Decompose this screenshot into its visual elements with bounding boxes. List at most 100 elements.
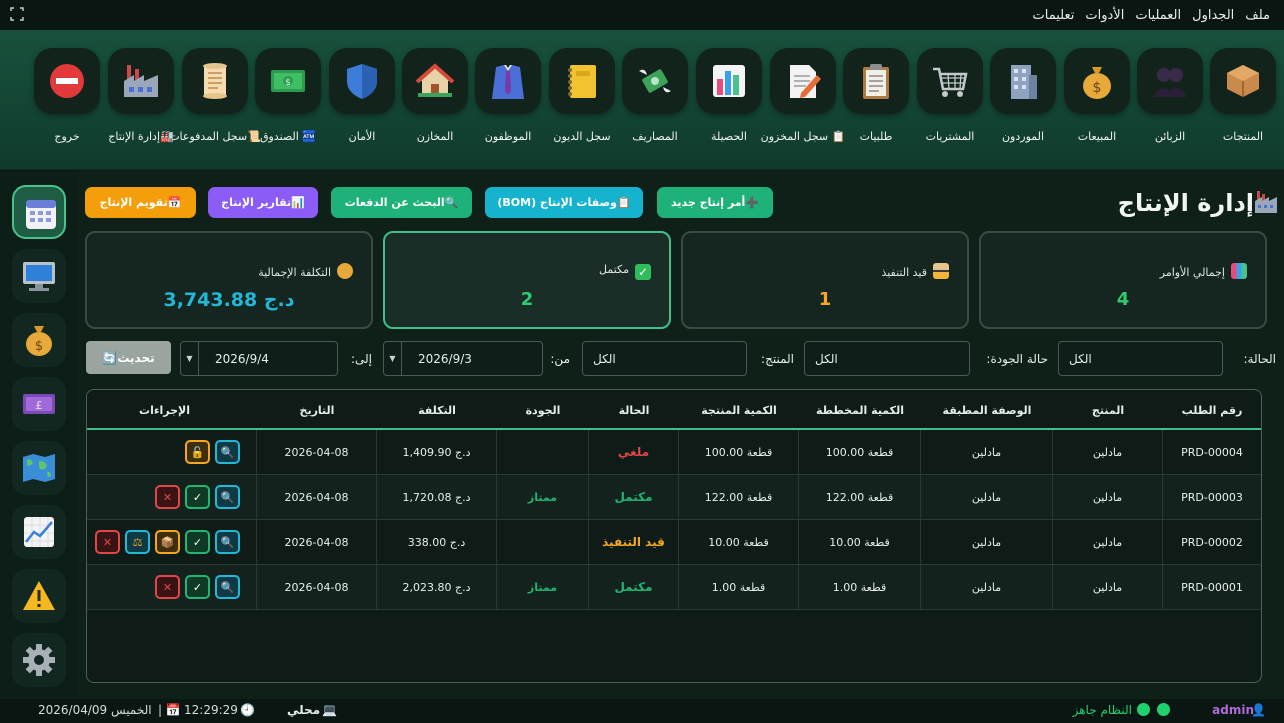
menu-tools[interactable]: الأدوات [1085,8,1124,23]
toolbar-debts[interactable]: سجل الديون [549,48,615,158]
toolbar-suppliers[interactable]: الموردون [990,48,1056,158]
from-date-input[interactable]: ▼ 2026/9/3 [383,341,543,376]
stat-total-orders: إجمالي الأوامر 4 [979,231,1267,329]
toolbar-employees[interactable]: الموظفون [475,48,541,158]
main-panel: إدارة الإنتاج ➕أمر إنتاج جديد 📋وصفات الإ… [78,171,1284,699]
column-header[interactable]: الكمية المنتجة [679,390,799,430]
chevron-down-icon[interactable]: ▼ [384,342,402,375]
scroll-icon [203,63,227,99]
column-header[interactable]: المنتج [1053,390,1163,430]
status-badge: مكتمل [589,475,679,519]
sidebar-settings[interactable] [12,633,66,687]
column-header[interactable]: الوصفة المطبقة [921,390,1053,430]
svg-text:$: $ [35,339,43,354]
toolbar-exit[interactable]: خروج [34,48,100,158]
toolbar-orders[interactable]: طلبيات [843,48,909,158]
table-row[interactable]: PRD-00003 مادلين مادلين 122.00 قطعة 122.… [87,475,1261,520]
status-filter-select[interactable]: الكل [1058,341,1223,376]
bom-recipes-button[interactable]: 📋وصفات الإنتاج (BOM) [485,187,643,218]
approve-button[interactable]: ✓ [185,530,210,554]
menu-operations[interactable]: العمليات [1135,8,1181,23]
toolbar-payments-log[interactable]: 📜سجل المدفوعات [169,48,261,158]
sidebar-currency[interactable]: £ [12,377,66,431]
toolbar-production[interactable]: 🏭إدارة الإنتاج [108,48,174,158]
sidebar-chart[interactable] [12,505,66,559]
monitor-icon [23,262,55,291]
delete-button[interactable]: ✕ [95,530,120,554]
batch-search-button[interactable]: 🔍البحث عن الدفعات [331,187,472,218]
stat-completed: ✓مكتمل 2 [383,231,671,329]
refresh-button[interactable]: 🔄تحديث [86,341,171,374]
approve-button[interactable]: ✓ [185,575,210,599]
sidebar-sales[interactable]: $ [12,313,66,367]
table-row[interactable]: PRD-00004 مادلين مادلين 100.00 قطعة 100.… [87,430,1261,475]
new-production-order-button[interactable]: ➕أمر إنتاج جديد [657,187,773,218]
stat-value: 2 [520,289,534,310]
stat-value: 4 [1116,289,1130,310]
to-date-input[interactable]: ▼ 2026/9/4 [180,341,338,376]
money-wings-icon [639,69,671,93]
delete-button[interactable]: ✕ [155,485,180,509]
production-reports-button[interactable]: 📊تقارير الإنتاج [208,187,318,218]
toolbar-customers[interactable]: الزبائن [1137,48,1203,158]
column-header[interactable]: رقم الطلب [1163,390,1261,430]
toolbar-sales[interactable]: $ المبيعات [1064,48,1130,158]
toolbar-warehouses[interactable]: المخازن [402,48,468,158]
toolbar-cashbox[interactable]: $ 🏧 الصندوق [255,48,321,158]
column-header[interactable]: الجودة [497,390,589,430]
checkmark-icon: ✓ [192,490,203,504]
toolbar-revenue[interactable]: الحصيلة [696,48,762,158]
column-header[interactable]: التاريخ [257,390,377,430]
approve-button[interactable]: ✓ [185,485,210,509]
view-button[interactable]: 🔍 [215,485,240,509]
menu-tables[interactable]: الجداول [1192,8,1234,23]
toolbar-products[interactable]: المنتجات [1210,48,1276,158]
magnifier-icon: 🔍 [220,535,235,549]
view-button[interactable]: 🔍 [215,440,240,464]
row-actions: 🔍 ✓ 📦 ⚖ ✕ [87,520,257,564]
quality-check-button[interactable]: ⚖ [125,530,150,554]
quality-filter-select[interactable]: الكل [804,341,970,376]
customers-icon [1153,68,1187,97]
toolbar-expenses[interactable]: المصاريف [622,48,688,158]
checkmark-icon: ✓ [635,264,651,280]
table-row[interactable]: PRD-00001 مادلين مادلين 1.00 قطعة 1.00 ق… [87,565,1261,610]
fullscreen-icon[interactable] [10,7,24,21]
close-icon: ✕ [162,490,173,504]
column-header[interactable]: التكلفة [377,390,497,430]
stat-value: 3,743.88 د.ج [163,289,295,311]
package-icon: 📦 [160,535,175,549]
bar-chart-icon [713,65,745,97]
stat-in-progress: قيد التنفيذ 1 [681,231,969,329]
close-icon: ✕ [162,580,173,594]
sidebar-map[interactable] [12,441,66,495]
stat-value: 1 [818,289,832,310]
column-header[interactable]: الحالة [589,390,679,430]
status-badge: قيد التنفيذ [589,520,679,564]
toolbar-purchases[interactable]: المشتريات [917,48,983,158]
production-calendar-button[interactable]: 📅تقويم الإنتاج [85,187,196,218]
sidebar-warnings[interactable] [12,569,66,623]
no-entry-icon [50,64,84,98]
menu-help[interactable]: تعليمات [1033,8,1075,23]
unlock-button[interactable]: 🔓 [185,440,210,464]
row-actions: 🔍 ✓ ✕ [87,565,257,609]
view-button[interactable]: 🔍 [215,530,240,554]
toolbar-security[interactable]: الأمان [329,48,395,158]
view-button[interactable]: 🔍 [215,575,240,599]
menu-bar: ملف الجداول العمليات الأدوات تعليمات [0,0,1284,30]
bar-chart-icon [1231,263,1247,279]
column-header[interactable]: الإجراءات [87,390,242,430]
sidebar-monitor[interactable] [12,249,66,303]
column-header[interactable]: الكمية المخططة [799,390,921,430]
table-row[interactable]: PRD-00002 مادلين مادلين 10.00 قطعة 10.00… [87,520,1261,565]
left-sidebar: $ £ [0,171,78,699]
delete-button[interactable]: ✕ [155,575,180,599]
product-filter-select[interactable]: الكل [582,341,747,376]
package-button[interactable]: 📦 [155,530,180,554]
toolbar-inventory-log[interactable]: 📋 سجل المخزون [761,48,845,158]
menu-file[interactable]: ملف [1245,8,1270,23]
chevron-down-icon[interactable]: ▼ [181,342,199,375]
main-toolbar: المنتجات الزبائن $ المبيعات الموردون الم… [0,30,1284,170]
sidebar-calendar[interactable] [12,185,66,239]
